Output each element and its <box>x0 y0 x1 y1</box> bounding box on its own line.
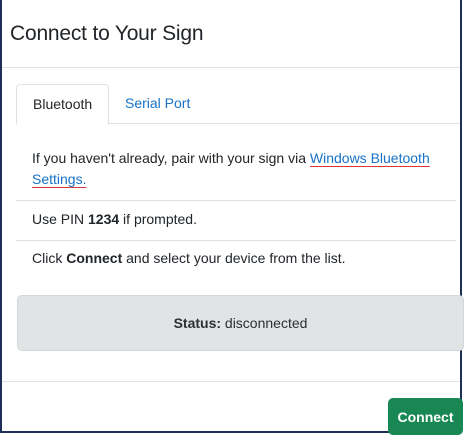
connection-tabs: Bluetooth Serial Port <box>16 84 460 125</box>
pair-instruction-text: If you haven't already, pair with your s… <box>32 150 310 166</box>
connect-instruction-prefix: Click <box>32 250 67 266</box>
pin-instruction-prefix: Use PIN <box>32 211 89 227</box>
list-item-connect: Click Connect and select your device fro… <box>16 241 456 279</box>
status-value: disconnected <box>221 315 308 331</box>
pin-value: 1234 <box>88 211 120 227</box>
status-label: Status: <box>173 315 222 331</box>
dialog-footer: Connect <box>2 381 463 435</box>
pin-instruction-suffix: if prompted. <box>119 211 197 227</box>
instructions-list: If you haven't already, pair with your s… <box>16 124 456 279</box>
connect-button[interactable]: Connect <box>388 398 463 435</box>
dialog-header: Connect to Your Sign <box>2 0 460 68</box>
list-item-pair: If you haven't already, pair with your s… <box>16 124 456 201</box>
connect-dialog: Connect to Your Sign Bluetooth Serial Po… <box>0 0 464 435</box>
connect-instruction-suffix: and select your device from the list. <box>122 250 346 266</box>
list-item-pin: Use PIN 1234 if prompted. <box>16 201 456 241</box>
dialog-title: Connect to Your Sign <box>10 22 204 45</box>
connect-keyword: Connect <box>66 250 123 266</box>
status-box: Status: disconnected <box>17 295 464 351</box>
tab-bluetooth[interactable]: Bluetooth <box>16 84 109 125</box>
tab-serial-port[interactable]: Serial Port <box>109 84 206 124</box>
